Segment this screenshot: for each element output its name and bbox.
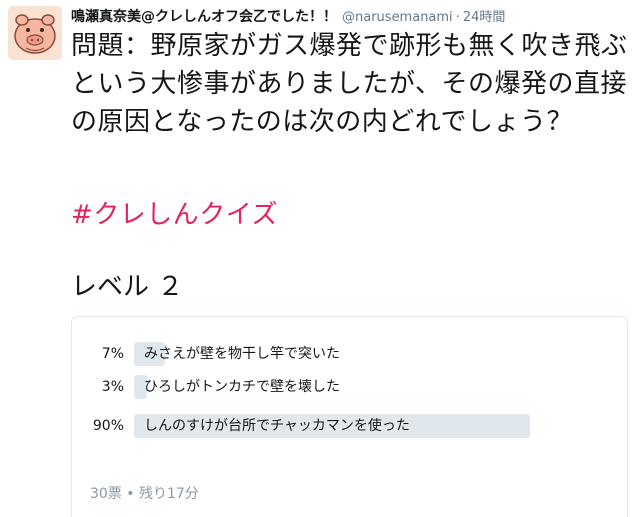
tweet-header: 鳴瀬真奈美@クレしんオフ会乙でした！！ @narusemanami · 24時間 [71, 6, 505, 26]
poll-option-bar: みさえが壁を物干し竿で突いた [134, 342, 574, 366]
avatar-cartoon-pig-icon [8, 6, 62, 60]
avatar[interactable] [8, 6, 62, 60]
poll-option-label: しんのすけが台所でチャッカマンを使った [144, 418, 410, 434]
poll-card: 7% みさえが壁を物干し竿で突いた 3% ひろしがトンカチで壁を壊した 90% … [71, 316, 628, 517]
author-name[interactable]: 鳴瀬真奈美@クレしんオフ会乙でした！！ [71, 6, 337, 26]
poll-option: 90% しんのすけが台所でチャッカマンを使った [72, 414, 629, 438]
poll-option-percent: 90% [92, 418, 124, 434]
author-handle[interactable]: @narusemanami [342, 10, 453, 25]
poll-footer: 30票 • 残り17分 [90, 486, 199, 502]
poll-option-bar: しんのすけが台所でチャッカマンを使った [134, 414, 574, 438]
tweet-timestamp[interactable]: 24時間 [463, 6, 506, 25]
poll-option-percent: 3% [101, 379, 124, 395]
poll-option-label: ひろしがトンカチで壁を壊した [144, 379, 340, 395]
tweet-card: 鳴瀬真奈美@クレしんオフ会乙でした！！ @narusemanami · 24時間… [0, 0, 642, 517]
poll-option: 7% みさえが壁を物干し竿で突いた [72, 342, 629, 366]
poll-option-percent: 7% [101, 346, 124, 362]
tweet-text: 問題：野原家がガス爆発で跡形も無く吹き飛ぶという大惨事がありましたが、その爆発の… [71, 31, 628, 137]
poll-option: 3% ひろしがトンカチで壁を壊した [72, 375, 629, 399]
header-separator: · [455, 10, 460, 25]
poll-option-label: みさえが壁を物干し竿で突いた [144, 346, 340, 362]
poll-option-bar: ひろしがトンカチで壁を壊した [134, 375, 574, 399]
level-text: レベル ２ [71, 272, 184, 302]
hashtag-link[interactable]: #クレしんクイズ [71, 196, 278, 234]
